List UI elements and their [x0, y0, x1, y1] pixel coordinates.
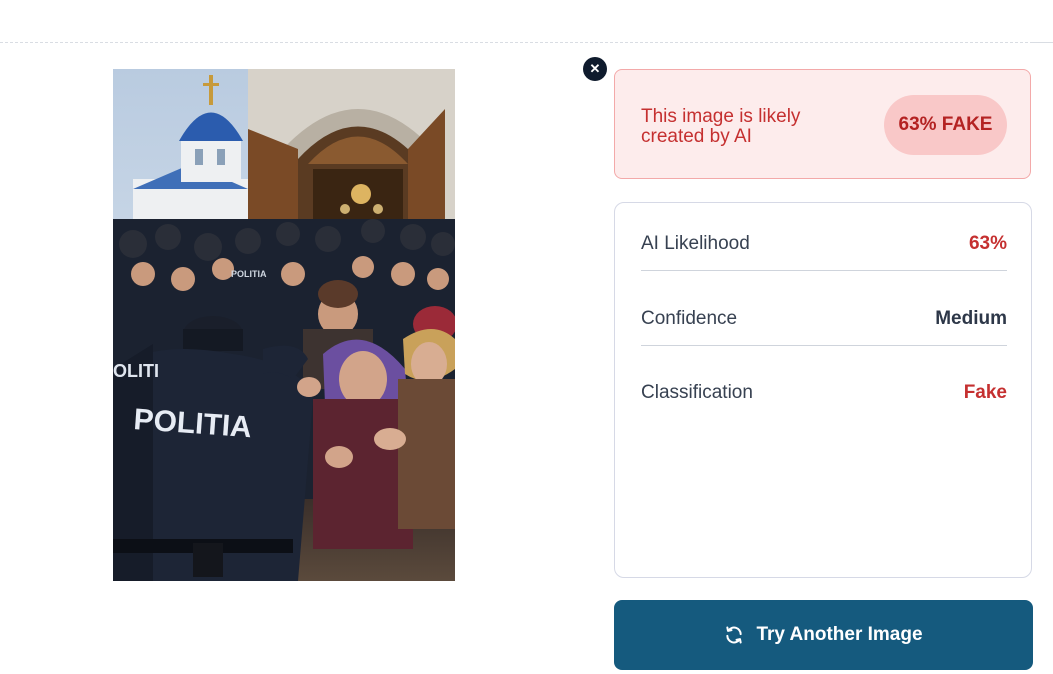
row-label: AI Likelihood [641, 233, 750, 254]
row-label: Classification [641, 382, 753, 403]
refresh-icon [724, 625, 744, 645]
try-another-label: Try Another Image [756, 624, 923, 645]
classification-row: Classification Fake [641, 378, 1007, 408]
classification-value: Fake [963, 382, 1007, 403]
fake-score-badge: 63% FAKE [884, 95, 1007, 155]
uploaded-image: POLITIA OLITI POLITIA [113, 69, 455, 581]
panel-corner [1030, 42, 1053, 73]
verdict-text: This image is likely created by AI [641, 106, 801, 147]
jacket-text-partial: OLITI [113, 361, 159, 381]
analysis-details: AI Likelihood 63% Confidence Medium Clas… [614, 202, 1032, 578]
top-divider [0, 42, 1053, 43]
confidence-value: Medium [935, 308, 1007, 329]
ai-likelihood-row: AI Likelihood 63% [641, 229, 1007, 259]
confidence-row: Confidence Medium [641, 304, 1007, 334]
row-label: Confidence [641, 308, 738, 329]
ai-likelihood-value: 63% [968, 233, 1007, 254]
divider [641, 345, 1007, 346]
cap-text: POLITIA [231, 269, 267, 279]
verdict-card: This image is likely created by AI 63% F… [614, 69, 1031, 179]
divider [641, 270, 1007, 271]
close-icon[interactable]: ✕ [583, 57, 607, 81]
try-another-image-button[interactable]: Try Another Image [614, 600, 1033, 670]
